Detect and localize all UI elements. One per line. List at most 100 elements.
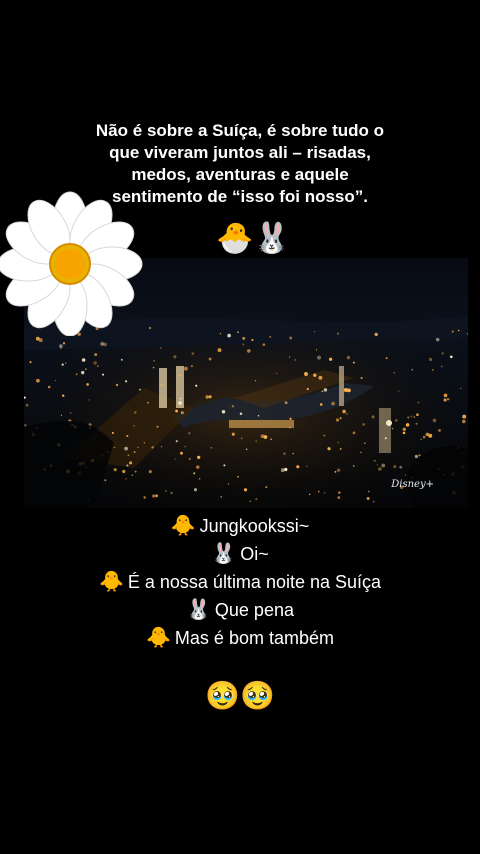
city-light: [413, 416, 415, 418]
city-light: [208, 357, 212, 361]
city-light: [255, 498, 258, 501]
city-light: [296, 465, 300, 469]
city-light: [289, 336, 293, 340]
city-light: [384, 437, 387, 440]
city-light: [313, 330, 316, 333]
city-light: [96, 365, 99, 367]
city-light: [402, 427, 407, 432]
city-light: [139, 388, 142, 391]
city-light: [432, 418, 437, 423]
city-light: [38, 338, 43, 343]
city-light: [133, 451, 136, 453]
city-light: [398, 390, 400, 392]
city-light: [346, 355, 351, 360]
city-light: [306, 387, 309, 391]
city-light: [420, 438, 422, 441]
city-light: [103, 342, 107, 347]
city-light: [239, 412, 243, 416]
city-light: [336, 468, 341, 472]
city-light: [29, 361, 32, 364]
city-light: [414, 454, 419, 459]
city-light: [284, 467, 288, 472]
city-light: [337, 496, 341, 500]
city-light: [441, 352, 444, 355]
city-light: [342, 409, 346, 414]
city-light: [362, 423, 365, 426]
city-light: [289, 426, 291, 429]
city-light: [393, 465, 397, 469]
city-light: [227, 333, 231, 338]
city-light: [411, 369, 413, 371]
city-light: [364, 442, 366, 444]
city-light: [131, 474, 134, 476]
city-light: [422, 435, 426, 439]
city-light: [208, 395, 212, 399]
city-light: [159, 383, 163, 386]
city-light: [205, 395, 209, 399]
city-light: [288, 356, 291, 358]
city-light: [417, 401, 420, 404]
city-light: [249, 500, 251, 502]
city-light: [190, 365, 193, 368]
city-light: [323, 388, 328, 392]
city-light: [368, 490, 370, 493]
caption-line: Não é sobre a Suíça, é sobre tudo o: [95, 121, 385, 140]
city-light: [94, 353, 98, 357]
city-light: [62, 342, 66, 345]
city-light: [337, 332, 339, 335]
city-light: [337, 441, 340, 444]
city-light: [195, 384, 198, 387]
city-light: [180, 381, 183, 384]
city-light: [191, 352, 195, 355]
city-light: [153, 360, 155, 362]
city-light: [24, 424, 27, 427]
city-light: [373, 459, 376, 462]
city-light: [61, 394, 65, 397]
chick-icon: 🐥: [146, 627, 171, 649]
city-light: [143, 496, 146, 499]
city-light: [180, 451, 183, 455]
city-light: [152, 366, 155, 369]
chat-line: 🐥 É a nossa última noite na Suíça: [0, 568, 480, 596]
city-light: [134, 470, 137, 473]
city-light: [198, 477, 201, 480]
city-light: [372, 501, 375, 503]
city-light: [262, 343, 266, 346]
city-light: [227, 483, 230, 485]
city-light: [59, 344, 63, 348]
city-light: [415, 422, 418, 425]
city-light: [173, 355, 177, 359]
city-light: [243, 488, 248, 492]
city-light: [124, 446, 128, 451]
city-light: [152, 494, 156, 498]
city-light: [86, 383, 89, 386]
city-light: [170, 491, 173, 495]
city-light: [127, 454, 130, 457]
city-light: [283, 452, 286, 455]
caption-line: que viveram juntos ali – risadas,: [109, 143, 371, 162]
city-light: [263, 435, 268, 439]
city-light: [183, 366, 188, 371]
city-light: [360, 451, 362, 454]
city-light: [284, 401, 288, 405]
chat-line: 🐰 Oi~: [0, 540, 480, 568]
daisy-center-inner: [55, 249, 85, 279]
city-light: [220, 495, 223, 498]
city-light: [88, 399, 91, 401]
city-light: [115, 383, 119, 387]
city-light: [393, 371, 396, 374]
city-light: [231, 432, 235, 436]
city-light: [93, 361, 97, 365]
city-light: [321, 390, 324, 393]
city-light: [188, 432, 191, 435]
city-light: [431, 369, 434, 371]
city-light: [255, 440, 257, 442]
city-light: [75, 373, 78, 376]
city-light: [47, 385, 51, 389]
city-light: [466, 333, 468, 335]
chat-line-text: Oi~: [240, 544, 269, 564]
city-light: [237, 475, 239, 478]
city-light: [339, 417, 342, 420]
city-light: [269, 335, 272, 338]
city-light: [402, 431, 406, 435]
